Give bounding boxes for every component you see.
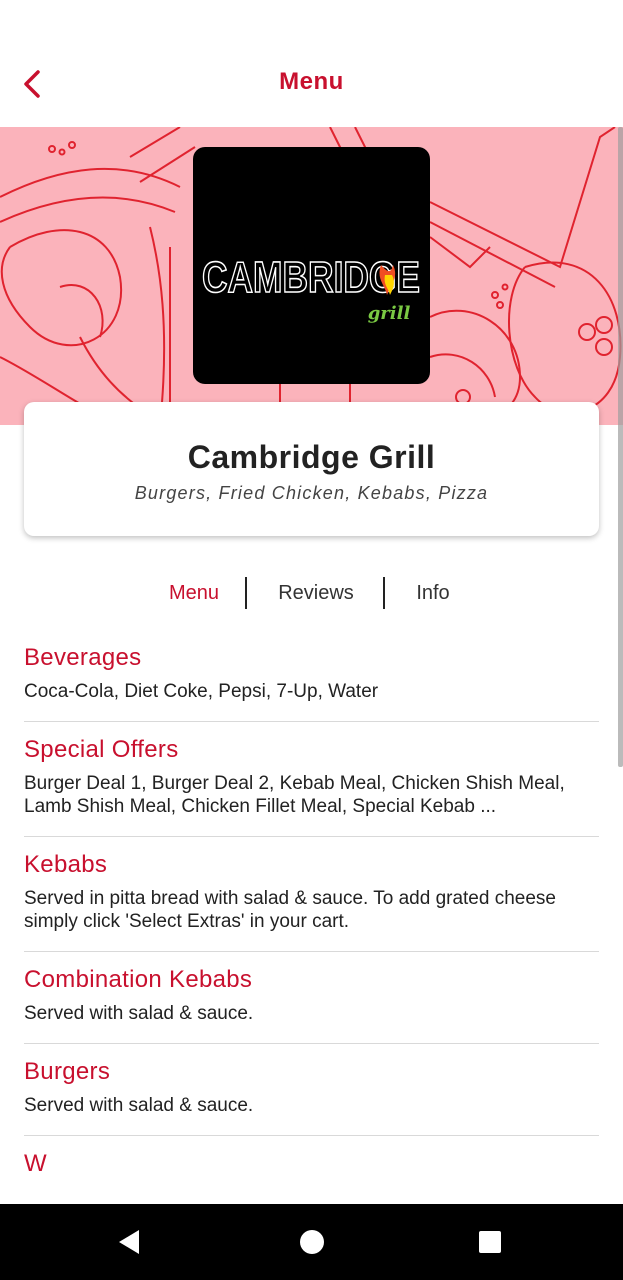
nav-home-icon — [300, 1230, 324, 1254]
tab-reviews[interactable]: Reviews — [266, 576, 366, 610]
nav-back-button[interactable] — [90, 1204, 170, 1280]
menu-category-kebabs[interactable]: Kebabs Served in pitta bread with salad … — [24, 837, 599, 952]
menu-category-burgers[interactable]: Burgers Served with salad & sauce. — [24, 1044, 599, 1136]
restaurant-info-card: Cambridge Grill Burgers, Fried Chicken, … — [24, 402, 599, 536]
cuisine-list: Burgers, Fried Chicken, Kebabs, Pizza — [134, 483, 489, 503]
category-description: Burger Deal 1, Burger Deal 2, Kebab Meal… — [24, 773, 565, 817]
app-header: Menu — [0, 0, 623, 127]
menu-category-combination-kebabs[interactable]: Combination Kebabs Served with salad & s… — [24, 952, 599, 1044]
menu-category-partial[interactable]: W — [24, 1136, 599, 1198]
nav-back-icon — [119, 1230, 139, 1254]
section-tabs: Menu Reviews Info — [0, 576, 623, 610]
tab-divider — [383, 577, 385, 609]
tab-info[interactable]: Info — [400, 576, 466, 610]
system-navigation-bar — [0, 1204, 623, 1280]
nav-recents-button[interactable] — [450, 1204, 530, 1280]
nav-home-button[interactable] — [272, 1204, 352, 1280]
restaurant-logo: CAMBRIDGE grill — [193, 147, 430, 384]
category-description: Served with salad & sauce. — [24, 1095, 254, 1116]
category-description: Coca-Cola, Diet Coke, Pepsi, 7-Up, Water — [24, 681, 379, 702]
scrollbar[interactable] — [618, 127, 623, 767]
page-title: Menu — [279, 68, 344, 95]
menu-category-list: Beverages Coca-Cola, Diet Coke, Pepsi, 7… — [24, 630, 599, 1198]
tab-divider — [245, 577, 247, 609]
logo-graphic: CAMBRIDGE grill — [201, 252, 421, 324]
category-description: Served in pitta bread with salad & sauce… — [24, 888, 556, 932]
logo-subtext: grill — [368, 303, 411, 324]
category-title: Special Offers — [24, 736, 179, 763]
restaurant-name: Cambridge Grill — [187, 439, 436, 475]
nav-recents-icon — [479, 1231, 501, 1253]
category-title: Combination Kebabs — [24, 966, 253, 993]
category-title: Kebabs — [24, 851, 108, 878]
category-title: Beverages — [24, 644, 142, 671]
tab-menu[interactable]: Menu — [150, 576, 238, 610]
menu-category-special-offers[interactable]: Special Offers Burger Deal 1, Burger Dea… — [24, 722, 599, 837]
category-description: Served with salad & sauce. — [24, 1003, 254, 1024]
category-title: Burgers — [24, 1058, 111, 1085]
menu-category-beverages[interactable]: Beverages Coca-Cola, Diet Coke, Pepsi, 7… — [24, 630, 599, 722]
category-title: W — [24, 1150, 47, 1177]
